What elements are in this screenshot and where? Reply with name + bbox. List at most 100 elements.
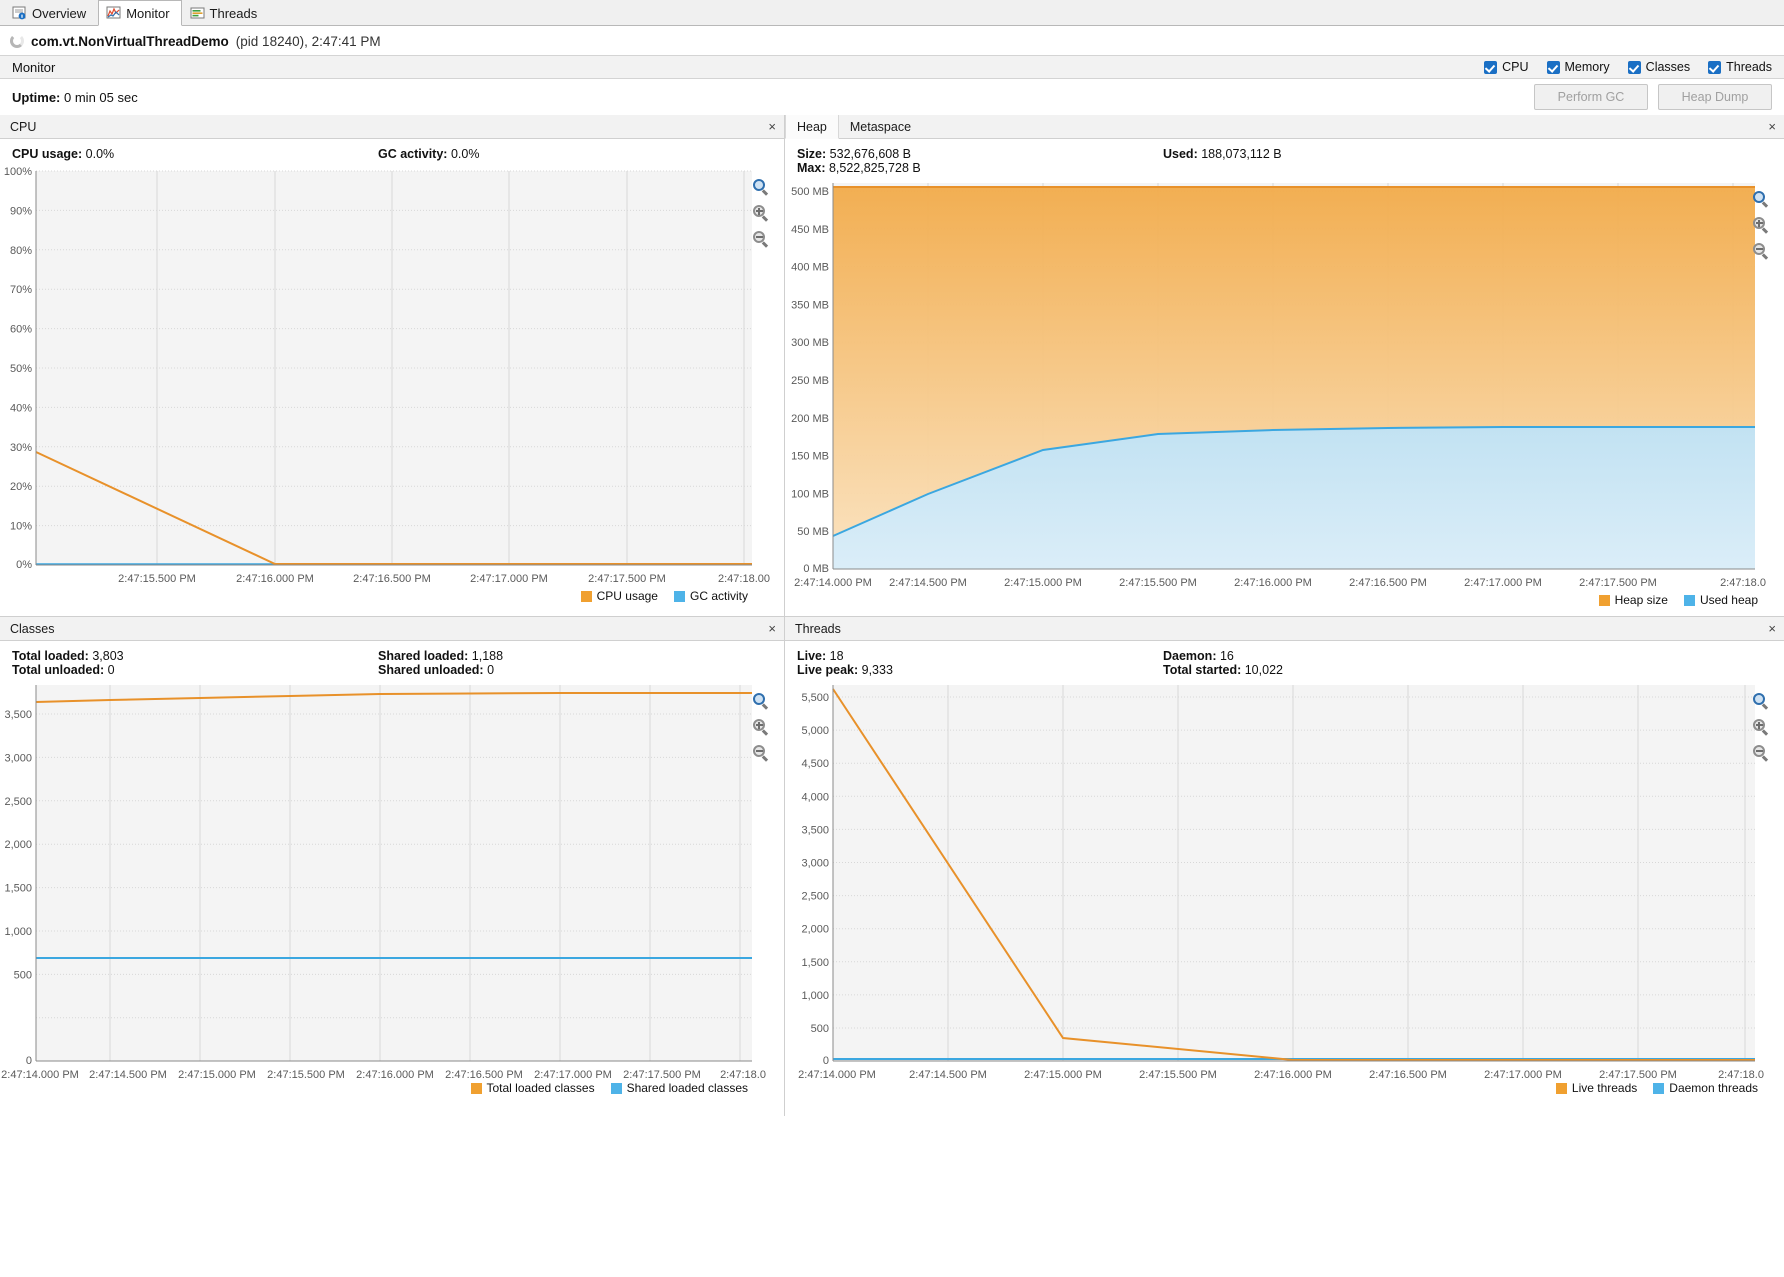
shared-loaded-label: Shared loaded:: [378, 649, 469, 663]
svg-text:2,000: 2,000: [4, 839, 32, 851]
threads-chart[interactable]: 5,500 5,000 4,500 4,000 3,500 3,000 2,50…: [785, 681, 1784, 1095]
svg-text:2:47:15.500 PM: 2:47:15.500 PM: [1119, 577, 1197, 589]
svg-text:1,500: 1,500: [801, 957, 829, 969]
checkbox-cpu[interactable]: CPU: [1484, 60, 1529, 74]
threads-panel-close-icon[interactable]: ×: [1768, 617, 1776, 640]
heap-used-stat: Used: 188,073,112 B: [1163, 147, 1282, 161]
heap-zoom-controls: [1753, 191, 1770, 260]
zoom-out-icon[interactable]: [1753, 243, 1770, 260]
zoom-fit-icon[interactable]: [753, 179, 770, 196]
cpu-chart-svg: 100% 90% 80% 70% 60% 50% 40% 30% 20% 10%…: [4, 166, 770, 585]
monitor-toolbar: Monitor CPU Memory Classes Threads: [0, 55, 1784, 79]
threads-panel: Threads × Live: 18 Daemon: 16 Live peak:…: [784, 616, 1784, 1116]
heap-used-label: Used:: [1163, 147, 1198, 161]
uptime-row: Uptime: 0 min 05 sec Perform GC Heap Dum…: [0, 79, 1784, 115]
total-loaded-legend-label: Total loaded classes: [486, 1081, 595, 1095]
svg-text:2:47:16.000 PM: 2:47:16.000 PM: [1254, 1069, 1332, 1081]
svg-text:80%: 80%: [10, 245, 32, 257]
threads-zoom-controls: [1753, 693, 1770, 762]
classes-legend: Total loaded classes Shared loaded class…: [470, 1081, 748, 1095]
checkbox-classes-box[interactable]: [1627, 60, 1641, 74]
svg-text:20%: 20%: [10, 481, 32, 493]
zoom-out-icon[interactable]: [753, 745, 770, 762]
svg-text:1,000: 1,000: [801, 990, 829, 1002]
zoom-fit-icon[interactable]: [1753, 693, 1770, 710]
svg-text:2:47:15.500 PM: 2:47:15.500 PM: [118, 573, 196, 585]
heap-legend: Heap size Used heap: [1598, 593, 1758, 607]
daemon-threads-swatch: [1653, 1082, 1665, 1094]
threads-legend-item-live: Live threads: [1555, 1081, 1638, 1095]
svg-text:0 MB: 0 MB: [803, 563, 829, 575]
svg-text:500 MB: 500 MB: [791, 186, 829, 198]
heap-tab-heap[interactable]: Heap: [785, 115, 839, 139]
threads-panel-title: Threads: [795, 621, 841, 636]
zoom-out-icon[interactable]: [1753, 745, 1770, 762]
heap-stats: Size: 532,676,608 B Used: 188,073,112 B …: [785, 139, 1784, 179]
svg-text:0: 0: [823, 1055, 829, 1067]
main-tabstrip: Overview Monitor Threads: [0, 0, 1784, 26]
checkbox-memory[interactable]: Memory: [1546, 60, 1610, 74]
tab-overview[interactable]: Overview: [4, 0, 98, 25]
svg-text:2:47:14.500 PM: 2:47:14.500 PM: [909, 1069, 987, 1081]
total-started-stat: Total started: 10,022: [1163, 663, 1283, 677]
threads-icon: [190, 6, 205, 20]
svg-text:4,000: 4,000: [801, 791, 829, 803]
heap-max-label: Max:: [797, 161, 826, 175]
svg-text:3,500: 3,500: [4, 709, 32, 721]
classes-panel-close-icon[interactable]: ×: [768, 617, 776, 640]
tab-threads[interactable]: Threads: [182, 0, 270, 25]
cpu-usage-value: 0.0%: [85, 147, 115, 161]
uptime-label: Uptime:: [12, 89, 61, 105]
perform-gc-button[interactable]: Perform GC: [1534, 84, 1648, 110]
svg-text:100 MB: 100 MB: [791, 488, 829, 500]
zoom-in-icon[interactable]: [753, 205, 770, 222]
cpu-zoom-controls: [753, 179, 770, 248]
svg-text:4,500: 4,500: [801, 758, 829, 770]
svg-text:2:47:17.000 PM: 2:47:17.000 PM: [470, 573, 548, 585]
gc-activity-value: 0.0%: [450, 147, 480, 161]
tab-monitor[interactable]: Monitor: [98, 0, 182, 26]
live-threads-swatch: [1555, 1082, 1567, 1094]
svg-text:2:47:17.500 PM: 2:47:17.500 PM: [1579, 577, 1657, 589]
svg-text:2:47:15.000 PM: 2:47:15.000 PM: [178, 1069, 256, 1081]
heap-tab-metaspace[interactable]: Metaspace: [839, 115, 922, 138]
shared-unloaded-stat: Shared unloaded: 0: [378, 663, 494, 677]
svg-text:2:47:17.500 PM: 2:47:17.500 PM: [588, 573, 666, 585]
classes-chart-svg: 3,500 3,000 2,500 2,000 1,500 1,000 500 …: [1, 685, 766, 1081]
zoom-fit-icon[interactable]: [1753, 191, 1770, 208]
svg-text:500: 500: [14, 969, 32, 981]
checkbox-memory-box[interactable]: [1546, 60, 1560, 74]
action-buttons: Perform GC Heap Dump: [1534, 84, 1772, 110]
total-loaded-stat: Total loaded: 3,803: [0, 649, 378, 663]
checkbox-cpu-box[interactable]: [1484, 60, 1498, 74]
svg-text:500: 500: [811, 1023, 829, 1035]
shared-loaded-stat: Shared loaded: 1,188: [378, 649, 503, 663]
zoom-in-icon[interactable]: [753, 719, 770, 736]
cpu-chart[interactable]: 100% 90% 80% 70% 60% 50% 40% 30% 20% 10%…: [0, 165, 784, 603]
heap-used-value: 188,073,112 B: [1201, 147, 1282, 161]
svg-text:5,000: 5,000: [801, 725, 829, 737]
zoom-out-icon[interactable]: [753, 231, 770, 248]
checkbox-threads-box[interactable]: [1708, 60, 1722, 74]
svg-text:2:47:17.500 PM: 2:47:17.500 PM: [1599, 1069, 1677, 1081]
classes-chart[interactable]: 3,500 3,000 2,500 2,000 1,500 1,000 500 …: [0, 681, 784, 1095]
heap-panel-close-icon[interactable]: ×: [1768, 115, 1776, 138]
svg-text:2:47:14.000 PM: 2:47:14.000 PM: [1, 1069, 79, 1081]
live-threads-legend-label: Live threads: [1571, 1081, 1638, 1095]
checkbox-cpu-label: CPU: [1502, 60, 1529, 74]
gc-activity-stat: GC activity: 0.0%: [378, 147, 479, 161]
checkbox-threads[interactable]: Threads: [1708, 60, 1772, 74]
svg-text:2:47:15.000 PM: 2:47:15.000 PM: [1024, 1069, 1102, 1081]
checkbox-classes[interactable]: Classes: [1627, 60, 1690, 74]
zoom-in-icon[interactable]: [1753, 217, 1770, 234]
heap-dump-button[interactable]: Heap Dump: [1658, 84, 1772, 110]
live-peak-label: Live peak:: [797, 663, 859, 677]
heap-chart[interactable]: 500 MB 450 MB 400 MB 350 MB 300 MB 250 M…: [785, 179, 1784, 607]
classes-stats: Total loaded: 3,803 Shared loaded: 1,188…: [0, 641, 784, 681]
checkbox-memory-label: Memory: [1564, 60, 1610, 74]
used-heap-legend-label: Used heap: [1699, 593, 1758, 607]
zoom-in-icon[interactable]: [1753, 719, 1770, 736]
cpu-panel-close-icon[interactable]: ×: [768, 115, 776, 138]
zoom-fit-icon[interactable]: [753, 693, 770, 710]
svg-text:2:47:15.500 PM: 2:47:15.500 PM: [1139, 1069, 1217, 1081]
